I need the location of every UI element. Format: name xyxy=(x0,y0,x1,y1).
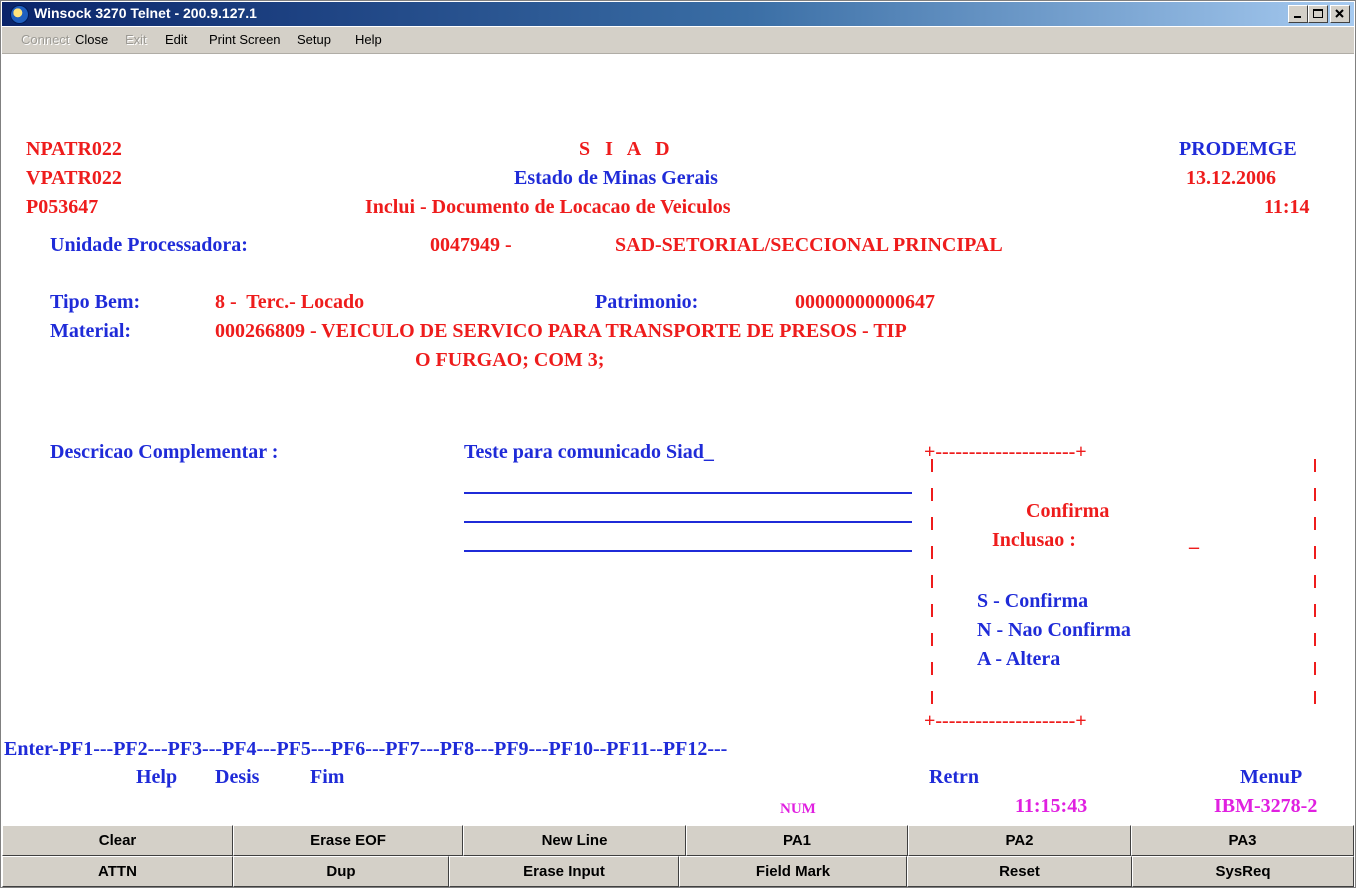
tipo-bem-value: 8 - Terc.- Locado xyxy=(215,291,365,313)
key-attn[interactable]: ATTN xyxy=(2,856,233,887)
key-dup[interactable]: Dup xyxy=(233,856,449,887)
program-id: NPATR022 xyxy=(26,138,122,160)
patrimonio-label: Patrimonio: xyxy=(595,291,699,313)
minimize-button[interactable] xyxy=(1288,5,1308,23)
keypad: Clear Erase EOF New Line PA1 PA2 PA3 ATT… xyxy=(2,825,1354,887)
tipo-bem-label: Tipo Bem: xyxy=(50,291,141,313)
descricao-input-line1[interactable]: Teste para comunicado Siad_ xyxy=(464,441,714,463)
function-title: Inclui - Documento de Locacao de Veiculo… xyxy=(365,196,731,218)
fkey-retrn: Retrn xyxy=(929,766,979,788)
menu-close[interactable]: Close xyxy=(75,32,108,47)
key-reset[interactable]: Reset xyxy=(907,856,1132,887)
state-name: Estado de Minas Gerais xyxy=(514,167,718,189)
date: 13.12.2006 xyxy=(1186,167,1276,189)
descricao-input-line3[interactable] xyxy=(464,521,912,523)
fkey-fim: Fim xyxy=(310,766,345,788)
confirm-title: Confirma xyxy=(1026,500,1110,522)
key-clear[interactable]: Clear xyxy=(2,825,233,856)
menu-bar: Connect Close Exit Edit Print Screen Set… xyxy=(2,27,1354,54)
key-sysreq[interactable]: SysReq xyxy=(1132,856,1354,887)
confirm-option-a: A - Altera xyxy=(977,648,1061,670)
close-icon xyxy=(1335,9,1344,18)
material-value-line2: O FURGAO; COM 3; xyxy=(415,349,605,371)
menu-connect[interactable]: Connect xyxy=(21,32,69,47)
app-icon[interactable] xyxy=(10,5,29,24)
confirm-border-left xyxy=(931,459,933,706)
terminal-type: IBM-3278-2 xyxy=(1214,795,1318,817)
maximize-icon xyxy=(1313,9,1323,18)
unidade-label: Unidade Processadora: xyxy=(50,234,248,256)
confirm-input[interactable]: _ xyxy=(1189,529,1199,551)
key-field-mark[interactable]: Field Mark xyxy=(679,856,907,887)
menu-setup[interactable]: Setup xyxy=(297,32,331,47)
title-bar[interactable]: Winsock 3270 Telnet - 200.9.127.1 xyxy=(2,2,1354,26)
num-lock-indicator: NUM xyxy=(780,801,816,817)
confirm-prompt: Inclusao : xyxy=(992,529,1076,551)
fkey-desis: Desis xyxy=(215,766,260,788)
user-id: P053647 xyxy=(26,196,99,218)
close-button[interactable] xyxy=(1330,5,1350,23)
menu-print-screen[interactable]: Print Screen xyxy=(209,32,281,47)
fkey-menup: MenuP xyxy=(1240,766,1303,788)
descricao-label: Descricao Complementar : xyxy=(50,441,279,463)
confirm-border-right xyxy=(1314,459,1316,706)
org-name: PRODEMGE xyxy=(1179,138,1297,160)
maximize-button[interactable] xyxy=(1308,5,1328,23)
key-erase-eof[interactable]: Erase EOF xyxy=(233,825,463,856)
system-name: S I A D xyxy=(579,138,670,160)
confirm-option-s: S - Confirma xyxy=(977,590,1089,612)
key-pa1[interactable]: PA1 xyxy=(686,825,908,856)
window-title: Winsock 3270 Telnet - 200.9.127.1 xyxy=(34,5,257,21)
descricao-input-line4[interactable] xyxy=(464,550,912,552)
unidade-code: 0047949 - xyxy=(430,234,512,256)
unidade-name: SAD-SETORIAL/SECCIONAL PRINCIPAL xyxy=(615,234,1003,256)
time: 11:14 xyxy=(1264,196,1310,218)
menu-help[interactable]: Help xyxy=(355,32,382,47)
key-pa3[interactable]: PA3 xyxy=(1131,825,1354,856)
material-label: Material: xyxy=(50,320,132,342)
confirm-border-top: +---------------------+ xyxy=(924,441,1087,463)
patrimonio-value: 00000000000647 xyxy=(795,291,935,313)
key-erase-input[interactable]: Erase Input xyxy=(449,856,679,887)
minimize-icon xyxy=(1294,16,1301,18)
confirm-option-n: N - Nao Confirma xyxy=(977,619,1131,641)
key-pa2[interactable]: PA2 xyxy=(908,825,1131,856)
menu-exit[interactable]: Exit xyxy=(125,32,147,47)
fkey-help: Help xyxy=(136,766,178,788)
terminal-screen[interactable]: NPATR022 S I A D PRODEMGE VPATR022 Estad… xyxy=(2,54,1354,825)
function-key-line: Enter-PF1---PF2---PF3---PF4---PF5---PF6-… xyxy=(4,738,728,760)
menu-edit[interactable]: Edit xyxy=(165,32,187,47)
terminal-window: Winsock 3270 Telnet - 200.9.127.1 Connec… xyxy=(0,0,1356,888)
descricao-input-line2[interactable] xyxy=(464,492,912,494)
confirm-border-bottom: +---------------------+ xyxy=(924,710,1087,732)
status-clock: 11:15:43 xyxy=(1015,795,1088,817)
screen-id: VPATR022 xyxy=(26,167,122,189)
key-new-line[interactable]: New Line xyxy=(463,825,686,856)
material-value-line1: 000266809 - VEICULO DE SERVICO PARA TRAN… xyxy=(215,320,907,342)
